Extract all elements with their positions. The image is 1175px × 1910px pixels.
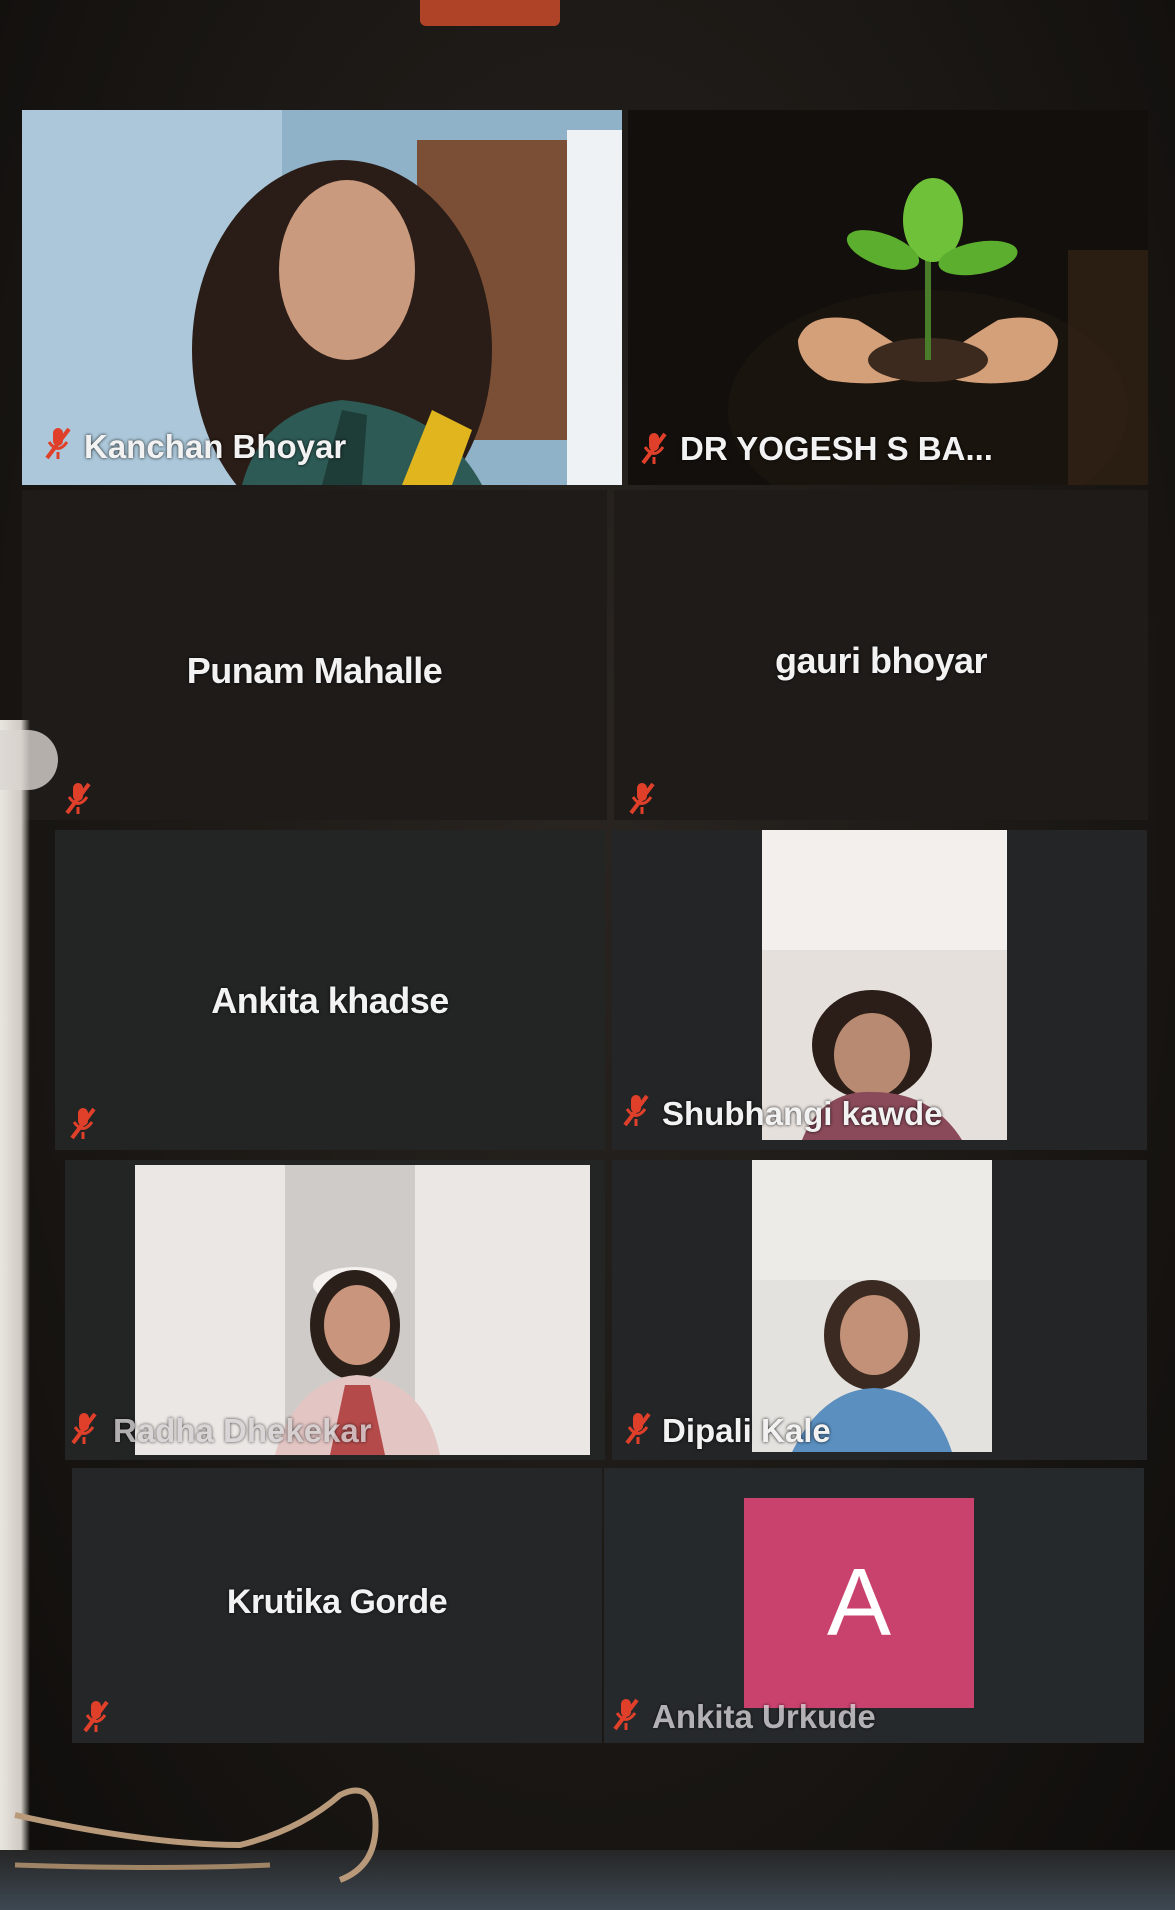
avatar: A [744, 1498, 974, 1708]
muted-mic-icon [629, 782, 655, 815]
muted-mic-icon [70, 1107, 96, 1140]
video-feed-yogesh [628, 110, 1148, 485]
participant-tile-ankita-urkude[interactable]: A Ankita Urkude [604, 1468, 1144, 1743]
video-feed-shubhangi [762, 830, 1007, 1140]
participant-tile-shubhangi[interactable]: Shubhangi kawde [612, 830, 1147, 1150]
participant-tile-dipali[interactable]: Dipali Kale [612, 1160, 1147, 1460]
muted-mic-icon [641, 432, 667, 465]
muted-mic-icon [83, 1700, 109, 1733]
participant-name-ankita-khadse: Ankita khadse [211, 980, 449, 1021]
participant-name-yogesh: DR YOGESH S BA... [680, 430, 993, 467]
participant-name-dipali: Dipali Kale [662, 1412, 831, 1449]
participant-name-gauri: gauri bhoyar [774, 640, 988, 681]
muted-mic-icon [625, 1412, 651, 1445]
paper-clip-icon [14, 1787, 379, 1883]
muted-mic-icon [613, 1698, 639, 1731]
participant-tile-punam[interactable]: Punam Mahalle [22, 490, 607, 820]
muted-mic-icon [45, 427, 71, 460]
muted-mic-icon [71, 1412, 97, 1445]
video-feed-dipali [752, 1160, 992, 1452]
participant-name-punam: Punam Mahalle [186, 650, 443, 691]
participant-name-krutika: Krutika Gorde [226, 1583, 448, 1621]
participant-tile-radha[interactable]: Radha Dhekekar [65, 1160, 605, 1460]
participant-name-kanchan: Kanchan Bhoyar [84, 428, 347, 465]
participant-tile-gauri[interactable]: gauri bhoyar [614, 490, 1148, 820]
participant-tile-kanchan[interactable]: Kanchan Bhoyar [22, 110, 622, 485]
participant-tile-yogesh[interactable]: DR YOGESH S BA... [628, 110, 1148, 485]
meeting-screen-photo: Kanchan Bhoyar DR YOGESH S BA... Punam M… [0, 0, 1175, 1910]
muted-mic-icon [623, 1094, 649, 1127]
red-tab-glare [420, 0, 560, 26]
avatar-letter: A [826, 1549, 892, 1656]
participant-name-shubhangi: Shubhangi kawde [662, 1095, 943, 1132]
participant-tile-ankita-khadse[interactable]: Ankita khadse [55, 830, 605, 1150]
participant-name-radha: Radha Dhekekar [113, 1412, 372, 1449]
photo-left-edge [0, 720, 30, 1910]
participant-tile-krutika[interactable]: Krutika Gorde [72, 1468, 602, 1743]
photo-left-glare [0, 730, 58, 790]
participant-name-ankita-urkude: Ankita Urkude [652, 1698, 876, 1735]
muted-mic-icon [65, 782, 91, 815]
